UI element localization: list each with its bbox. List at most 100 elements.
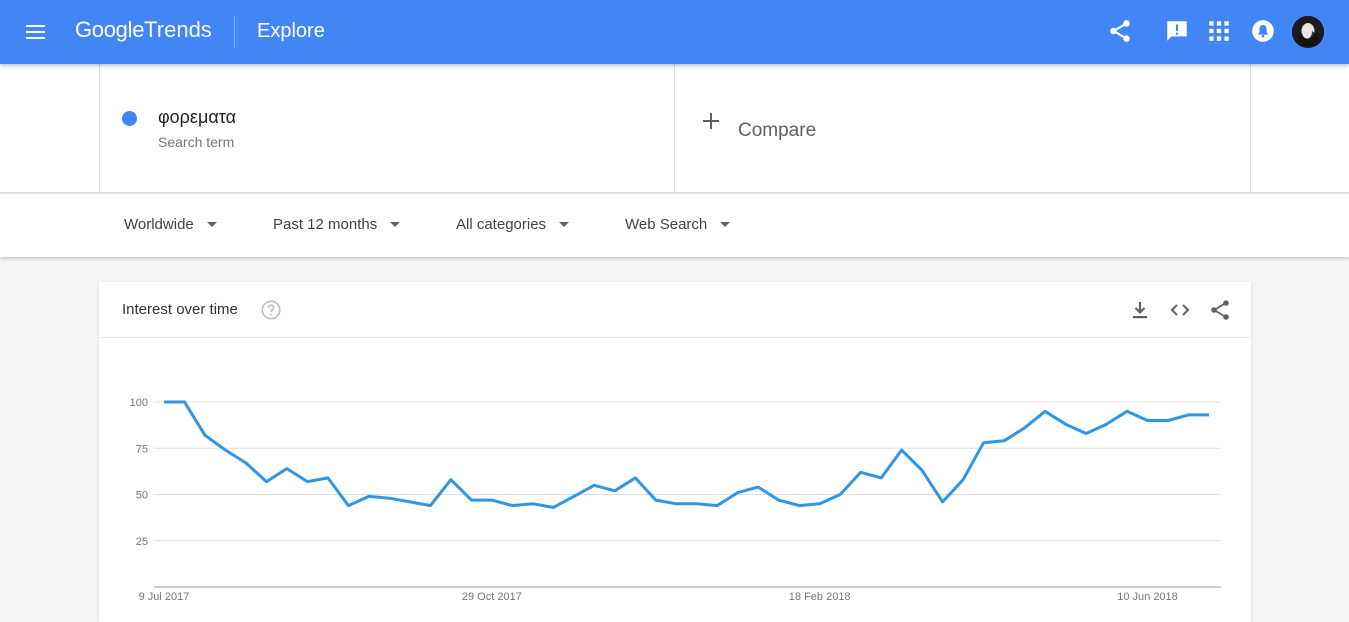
dropdown-arrow-icon	[720, 221, 731, 227]
data-point[interactable]	[940, 499, 946, 505]
embed-icon[interactable]	[1168, 298, 1192, 322]
data-point[interactable]	[1001, 438, 1007, 444]
data-point[interactable]	[694, 501, 700, 507]
data-point[interactable]	[1083, 430, 1089, 436]
filters-bar: Worldwide Past 12 months All categories …	[0, 193, 1349, 257]
data-point[interactable]	[817, 501, 823, 507]
y-tick-label: 25	[136, 536, 148, 548]
search-term-name[interactable]: φορεματα	[158, 107, 236, 128]
data-point[interactable]	[468, 497, 474, 503]
data-point[interactable]	[776, 497, 782, 503]
data-point[interactable]	[489, 497, 495, 503]
x-tick-label: 9 Jul 2017	[139, 591, 190, 603]
time-range-dropdown[interactable]: Past 12 months	[273, 216, 401, 233]
download-icon[interactable]	[1128, 298, 1152, 322]
data-point[interactable]	[1145, 418, 1151, 424]
dropdown-arrow-icon	[559, 221, 570, 227]
compare-button[interactable]: Compare	[675, 64, 1251, 193]
y-tick-label: 75	[136, 443, 148, 455]
data-point[interactable]	[796, 503, 802, 509]
region-dropdown[interactable]: Worldwide	[124, 216, 217, 233]
series-line[interactable]	[164, 400, 1209, 509]
data-point[interactable]	[202, 432, 208, 438]
data-point[interactable]	[284, 466, 290, 472]
data-point[interactable]	[407, 499, 413, 505]
data-point[interactable]	[550, 504, 556, 510]
data-point[interactable]	[981, 440, 987, 446]
data-point[interactable]	[1124, 408, 1130, 414]
data-point[interactable]	[612, 488, 618, 494]
data-point[interactable]	[1104, 421, 1110, 427]
dropdown-arrow-icon	[390, 221, 401, 227]
data-point[interactable]	[1042, 408, 1048, 414]
help-icon[interactable]	[260, 299, 282, 321]
y-tick-label: 100	[130, 397, 148, 409]
data-point[interactable]	[1165, 418, 1171, 424]
data-point[interactable]	[427, 503, 433, 509]
x-tick-label: 10 Jun 2018	[1117, 591, 1178, 603]
data-point[interactable]	[960, 477, 966, 483]
data-point[interactable]	[530, 501, 536, 507]
data-point[interactable]	[1022, 425, 1028, 431]
share-icon[interactable]	[1107, 18, 1133, 44]
feedback-icon[interactable]	[1164, 18, 1190, 44]
data-point[interactable]	[653, 497, 659, 503]
data-point[interactable]	[1186, 412, 1192, 418]
search-term-type: Search term	[158, 134, 235, 150]
data-point[interactable]	[509, 503, 515, 509]
data-point[interactable]	[591, 482, 597, 488]
search-term-card[interactable]: φορεματα Search term	[99, 64, 675, 193]
card-title: Interest over time	[122, 301, 238, 318]
menu-icon[interactable]	[24, 20, 48, 44]
y-axis-ticks: 25 50 75 100	[130, 397, 148, 548]
x-tick-label: 29 Oct 2017	[462, 591, 522, 603]
category-dropdown-label: All categories	[456, 216, 547, 233]
data-point[interactable]	[837, 492, 843, 498]
app-bar: GoogleTrends Explore	[0, 0, 1349, 64]
google-trends-logo[interactable]: GoogleTrends	[75, 17, 212, 43]
data-point[interactable]	[222, 447, 228, 453]
data-point[interactable]	[243, 460, 249, 466]
data-point[interactable]	[632, 475, 638, 481]
appbar-divider	[234, 16, 235, 48]
data-point[interactable]	[1063, 421, 1069, 427]
x-tick-label: 18 Feb 2018	[789, 591, 851, 603]
term-color-dot	[122, 111, 137, 126]
data-point[interactable]	[714, 503, 720, 509]
data-point[interactable]	[858, 469, 864, 475]
search-terms-bar: φορεματα Search term Compare	[0, 64, 1349, 193]
apps-icon[interactable]	[1206, 18, 1232, 44]
data-point[interactable]	[1206, 412, 1212, 418]
category-dropdown[interactable]: All categories	[456, 216, 570, 233]
data-point[interactable]	[181, 399, 187, 405]
chart-grid	[154, 401, 1221, 588]
card-header: Interest over time	[99, 282, 1251, 338]
data-point[interactable]	[755, 484, 761, 490]
data-point[interactable]	[878, 475, 884, 481]
interest-over-time-chart: 25 50 75 100 9 Jul 2017 29 Oct 2017 18 Feb 20…	[130, 397, 1221, 603]
data-point[interactable]	[304, 479, 310, 485]
data-point[interactable]	[386, 495, 392, 501]
data-point[interactable]	[161, 399, 167, 405]
data-point[interactable]	[366, 493, 372, 499]
data-point[interactable]	[448, 477, 454, 483]
compare-label: Compare	[738, 120, 817, 141]
data-point[interactable]	[673, 501, 679, 507]
share-icon[interactable]	[1208, 298, 1232, 322]
data-point[interactable]	[263, 479, 269, 485]
data-point[interactable]	[345, 503, 351, 509]
avatar[interactable]	[1292, 16, 1324, 48]
notifications-icon[interactable]	[1250, 18, 1276, 44]
dropdown-arrow-icon	[206, 221, 217, 227]
search-property-dropdown-label: Web Search	[625, 216, 708, 233]
data-point[interactable]	[735, 490, 741, 496]
time-range-dropdown-label: Past 12 months	[273, 216, 378, 233]
logo-trends-text: Trends	[144, 17, 212, 42]
data-point[interactable]	[919, 467, 925, 473]
data-point[interactable]	[899, 447, 905, 453]
region-dropdown-label: Worldwide	[124, 216, 194, 233]
data-point[interactable]	[325, 475, 331, 481]
data-point[interactable]	[571, 493, 577, 499]
search-property-dropdown[interactable]: Web Search	[625, 216, 731, 233]
page-title: Explore	[257, 20, 325, 42]
